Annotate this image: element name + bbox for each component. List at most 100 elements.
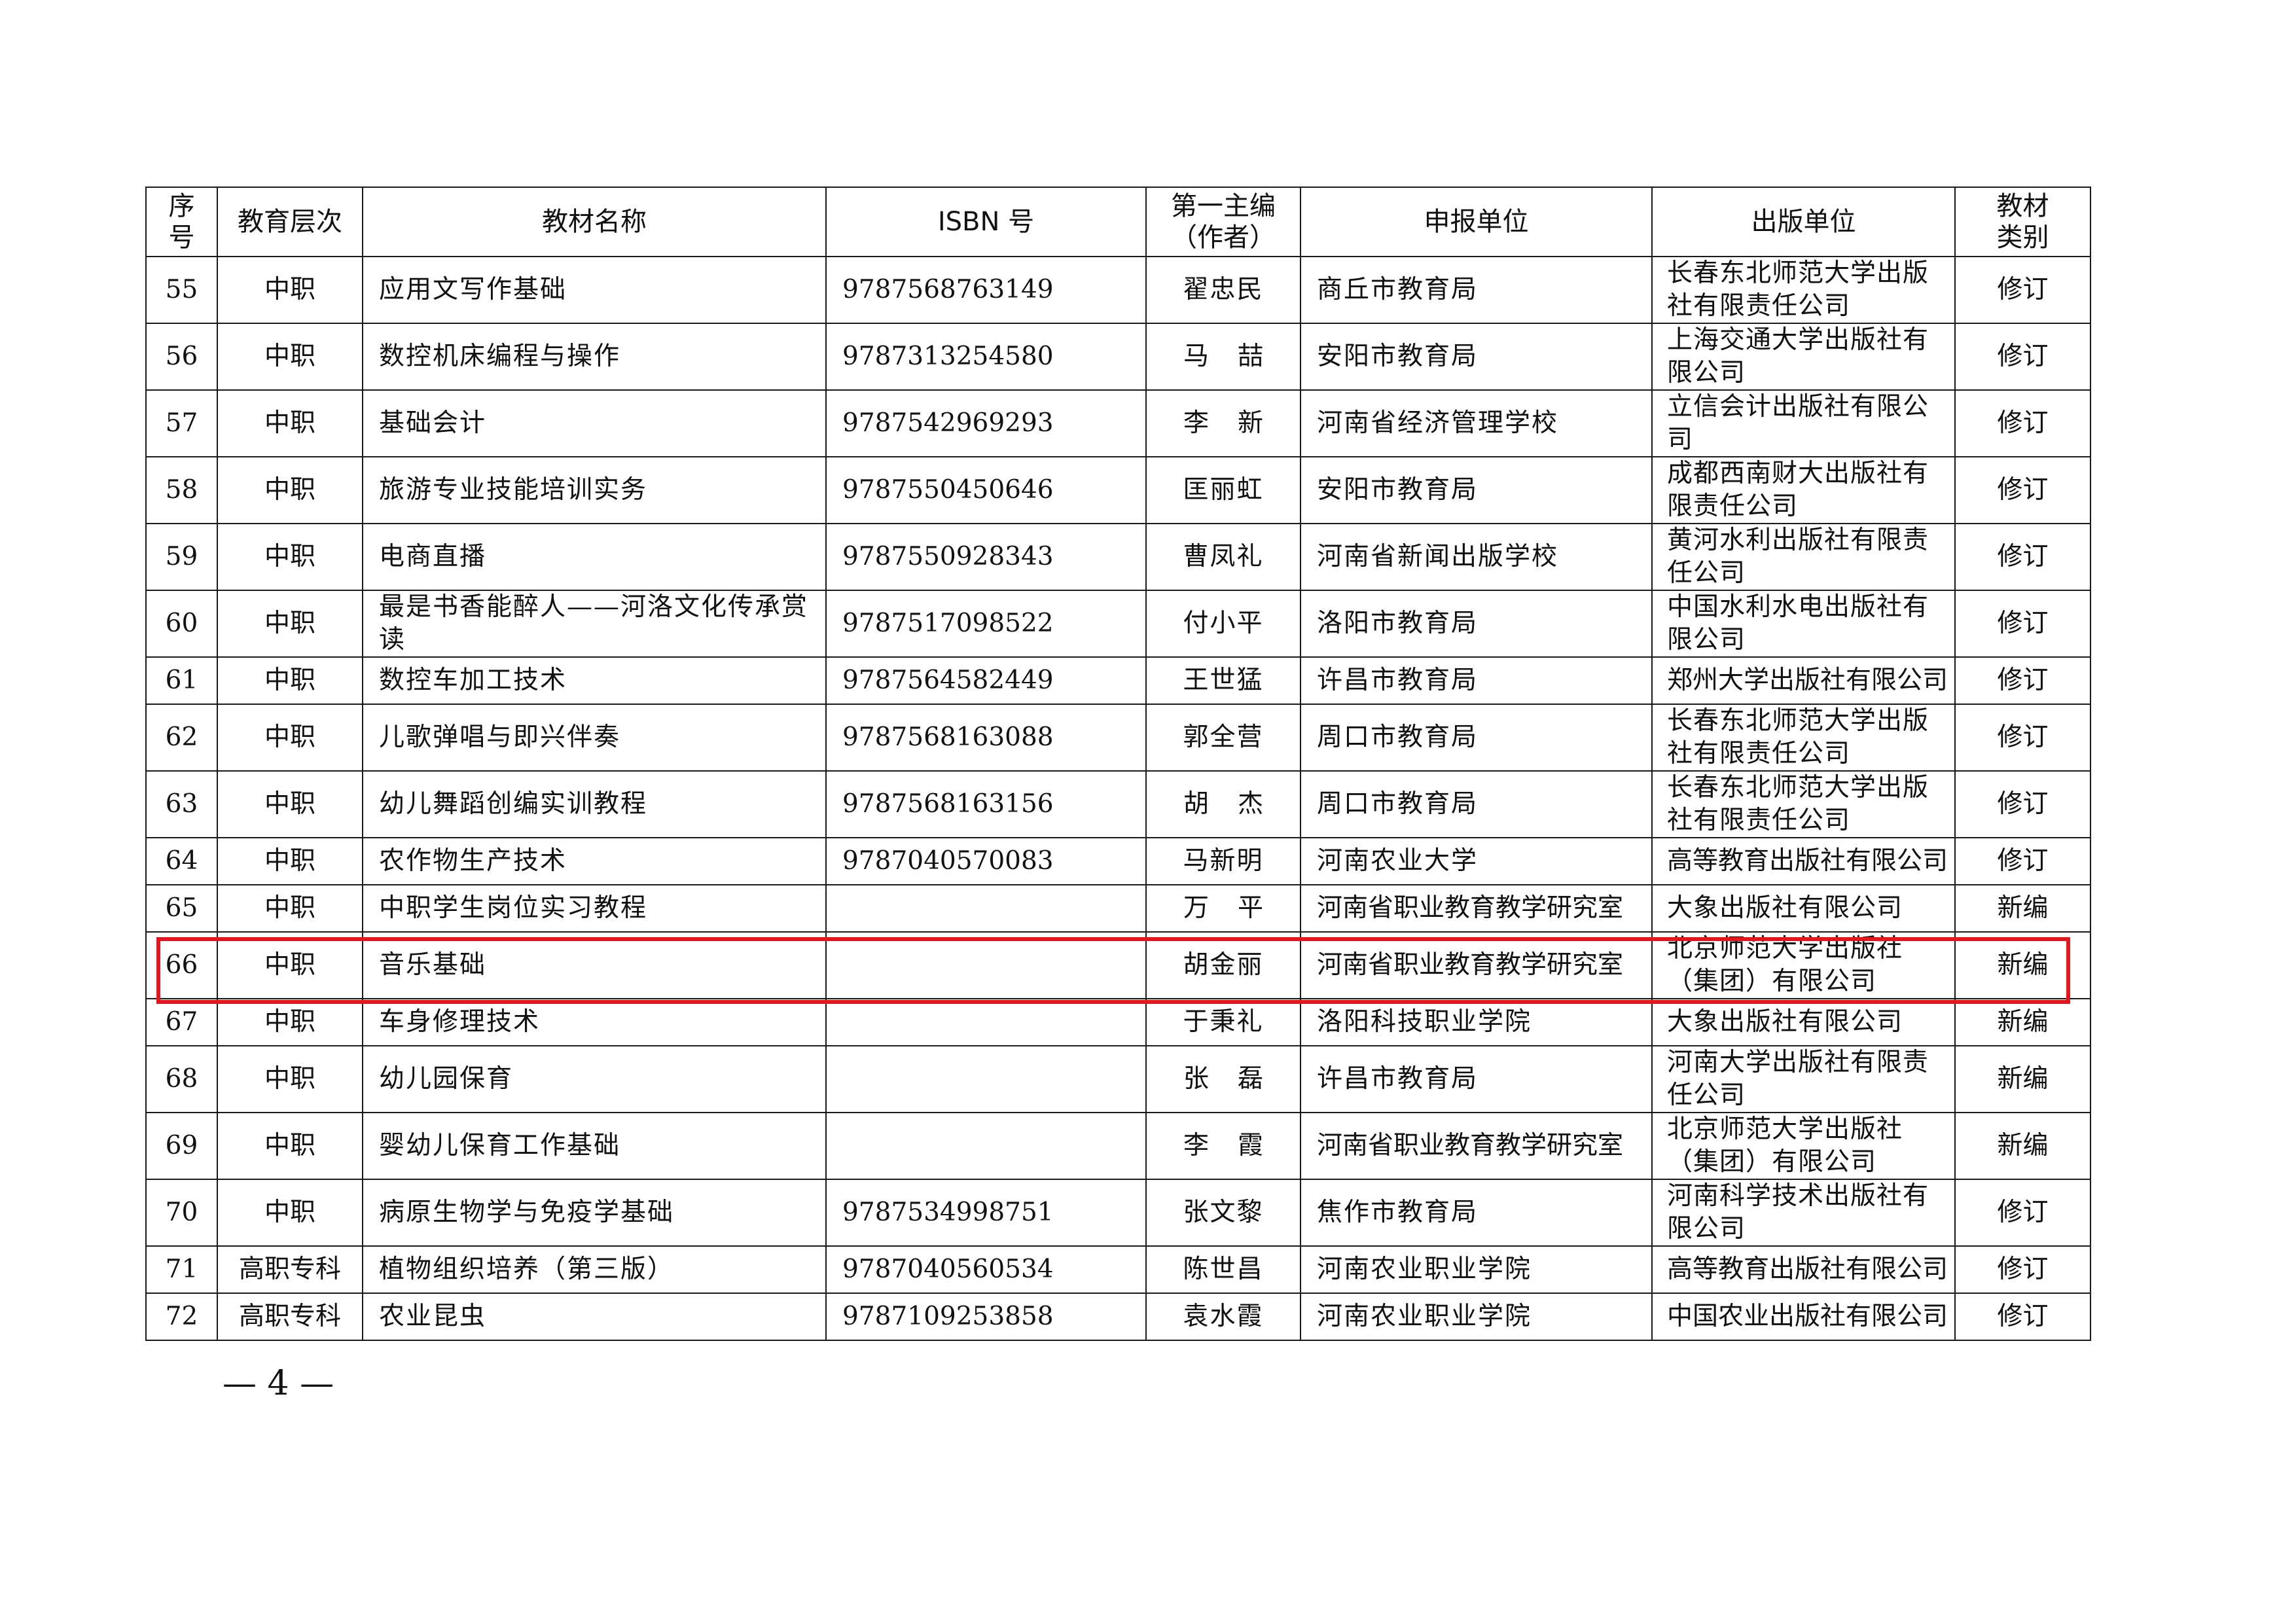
cell-title: 数控车加工技术 — [362, 656, 827, 705]
table-row: 72 高职专科 农业昆虫 9787109253858 袁水霞 河南农业职业学院 … — [145, 1293, 2091, 1341]
cell-editor: 万平 — [1145, 884, 1301, 933]
header-title: 教材名称 — [362, 187, 827, 257]
cell-unit: 焦作市教育局 — [1300, 1179, 1653, 1247]
cell-seq: 64 — [145, 837, 218, 885]
cell-unit: 河南省职业教育教学研究室 — [1300, 884, 1653, 933]
cell-title: 最是书香能醉人——河洛文化传承赏读 — [362, 590, 827, 658]
cell-level: 中职 — [217, 1179, 363, 1247]
cell-seq: 58 — [145, 456, 218, 524]
cell-editor: 陈世昌 — [1145, 1245, 1301, 1294]
cell-category: 修订 — [1954, 323, 2091, 391]
cell-title: 应用文写作基础 — [362, 256, 827, 324]
header-seq: 序号 — [145, 187, 218, 257]
cell-title: 儿歌弹唱与即兴伴奏 — [362, 704, 827, 772]
cell-category: 修订 — [1954, 1293, 2091, 1341]
cell-level: 中职 — [217, 884, 363, 933]
cell-title: 幼儿舞蹈创编实训教程 — [362, 770, 827, 838]
cell-editor: 曹凤礼 — [1145, 523, 1301, 591]
cell-seq: 67 — [145, 998, 218, 1046]
table-row: 57 中职 基础会计 9787542969293 李新 河南省经济管理学校 立信… — [145, 389, 2091, 457]
cell-publisher: 长春东北师范大学出版社有限责任公司 — [1651, 256, 1956, 324]
cell-category: 修订 — [1954, 389, 2091, 457]
cell-publisher: 北京师范大学出版社（集团）有限公司 — [1651, 931, 1956, 999]
cell-seq: 66 — [145, 931, 218, 999]
cell-category: 新编 — [1954, 884, 2091, 933]
cell-isbn — [825, 1045, 1147, 1113]
cell-isbn — [825, 931, 1147, 999]
cell-seq: 62 — [145, 704, 218, 772]
table-row: 64 中职 农作物生产技术 9787040570083 马新明 河南农业大学 高… — [145, 837, 2091, 885]
cell-isbn: 9787040570083 — [825, 837, 1147, 885]
cell-isbn — [825, 1112, 1147, 1180]
cell-editor: 马新明 — [1145, 837, 1301, 885]
cell-title: 旅游专业技能培训实务 — [362, 456, 827, 524]
table-row: 62 中职 儿歌弹唱与即兴伴奏 9787568163088 郭全营 周口市教育局… — [145, 704, 2091, 772]
cell-title: 中职学生岗位实习教程 — [362, 884, 827, 933]
table-row: 68 中职 幼儿园保育 张磊 许昌市教育局 河南大学出版社有限责任公司 新编 — [145, 1045, 2091, 1113]
cell-unit: 安阳市教育局 — [1300, 456, 1653, 524]
table-row: 60 中职 最是书香能醉人——河洛文化传承赏读 9787517098522 付小… — [145, 590, 2091, 658]
cell-unit: 河南省职业教育教学研究室 — [1300, 1112, 1653, 1180]
cell-editor: 袁水霞 — [1145, 1293, 1301, 1341]
header-publisher: 出版单位 — [1651, 187, 1956, 257]
cell-seq: 63 — [145, 770, 218, 838]
cell-publisher: 河南科学技术出版社有限公司 — [1651, 1179, 1956, 1247]
cell-isbn: 9787109253858 — [825, 1293, 1147, 1341]
table-row: 63 中职 幼儿舞蹈创编实训教程 9787568163156 胡杰 周口市教育局… — [145, 770, 2091, 838]
header-isbn: ISBN 号 — [825, 187, 1147, 257]
cell-level: 中职 — [217, 1045, 363, 1113]
cell-category: 修订 — [1954, 456, 2091, 524]
cell-publisher: 中国农业出版社有限公司 — [1651, 1293, 1956, 1341]
table-row: 61 中职 数控车加工技术 9787564582449 王世猛 许昌市教育局 郑… — [145, 656, 2091, 705]
cell-level: 中职 — [217, 1112, 363, 1180]
cell-category: 修订 — [1954, 704, 2091, 772]
cell-level: 高职专科 — [217, 1293, 363, 1341]
cell-level: 中职 — [217, 456, 363, 524]
cell-category: 修订 — [1954, 590, 2091, 658]
cell-isbn: 9787564582449 — [825, 656, 1147, 705]
cell-seq: 56 — [145, 323, 218, 391]
cell-editor: 翟忠民 — [1145, 256, 1301, 324]
table-row: 67 中职 车身修理技术 于秉礼 洛阳科技职业学院 大象出版社有限公司 新编 — [145, 998, 2091, 1046]
cell-seq: 68 — [145, 1045, 218, 1113]
cell-level: 中职 — [217, 523, 363, 591]
table-row: 70 中职 病原生物学与免疫学基础 9787534998751 张文黎 焦作市教… — [145, 1179, 2091, 1247]
textbook-list-table: 序号 教育层次 教材名称 ISBN 号 第一主编（作者） 申报单位 出版单位 教… — [145, 187, 2091, 1341]
cell-publisher: 高等教育出版社有限公司 — [1651, 1245, 1956, 1294]
cell-isbn — [825, 884, 1147, 933]
cell-title: 数控机床编程与操作 — [362, 323, 827, 391]
cell-editor: 胡杰 — [1145, 770, 1301, 838]
table-row-highlighted: 66 中职 音乐基础 胡金丽 河南省职业教育教学研究室 北京师范大学出版社（集团… — [145, 931, 2091, 999]
cell-editor: 郭全营 — [1145, 704, 1301, 772]
cell-seq: 59 — [145, 523, 218, 591]
cell-unit: 周口市教育局 — [1300, 770, 1653, 838]
cell-editor: 李霞 — [1145, 1112, 1301, 1180]
cell-title: 农业昆虫 — [362, 1293, 827, 1341]
cell-seq: 60 — [145, 590, 218, 658]
cell-isbn — [825, 998, 1147, 1046]
table-row: 55 中职 应用文写作基础 9787568763149 翟忠民 商丘市教育局 长… — [145, 256, 2091, 324]
cell-isbn: 9787542969293 — [825, 389, 1147, 457]
cell-seq: 72 — [145, 1293, 218, 1341]
cell-category: 新编 — [1954, 931, 2091, 999]
cell-editor: 王世猛 — [1145, 656, 1301, 705]
cell-level: 中职 — [217, 323, 363, 391]
cell-editor: 付小平 — [1145, 590, 1301, 658]
cell-unit: 洛阳市教育局 — [1300, 590, 1653, 658]
cell-isbn: 9787568163088 — [825, 704, 1147, 772]
cell-publisher: 北京师范大学出版社（集团）有限公司 — [1651, 1112, 1956, 1180]
cell-seq: 55 — [145, 256, 218, 324]
cell-category: 新编 — [1954, 998, 2091, 1046]
cell-level: 中职 — [217, 998, 363, 1046]
cell-isbn: 9787568763149 — [825, 256, 1147, 324]
cell-seq: 65 — [145, 884, 218, 933]
cell-editor: 胡金丽 — [1145, 931, 1301, 999]
cell-isbn: 9787550928343 — [825, 523, 1147, 591]
cell-title: 电商直播 — [362, 523, 827, 591]
cell-level: 中职 — [217, 590, 363, 658]
cell-category: 修订 — [1954, 1245, 2091, 1294]
cell-level: 中职 — [217, 931, 363, 999]
cell-level: 中职 — [217, 837, 363, 885]
cell-isbn: 9787313254580 — [825, 323, 1147, 391]
cell-level: 中职 — [217, 256, 363, 324]
